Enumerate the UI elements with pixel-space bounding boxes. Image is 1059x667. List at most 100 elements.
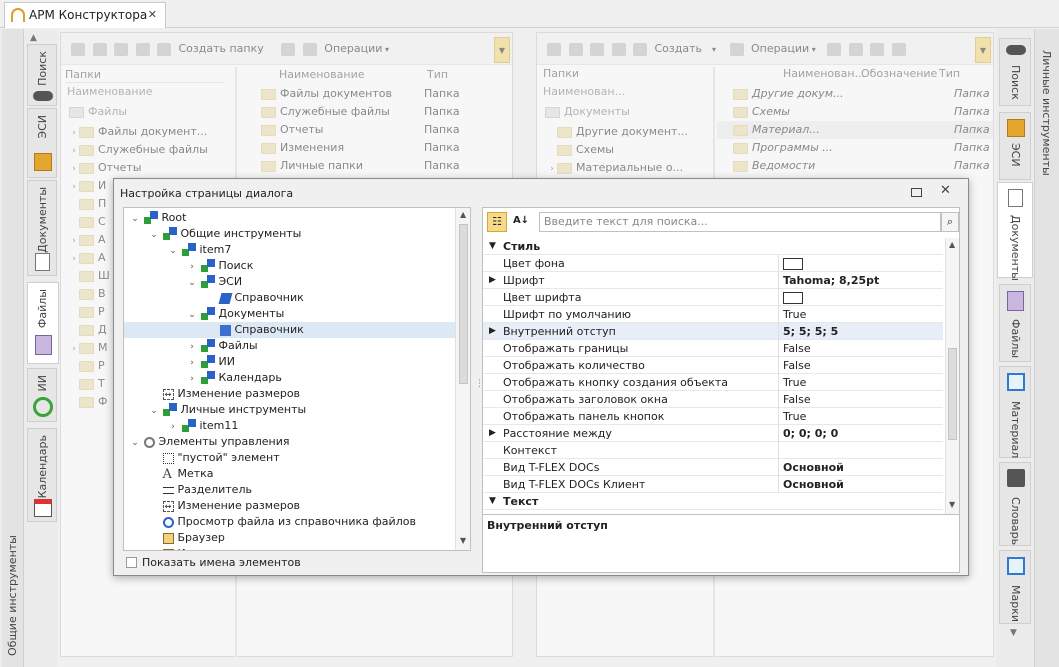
restore-icon[interactable] (911, 188, 922, 197)
download-icon[interactable] (281, 42, 296, 56)
expander[interactable]: › (168, 419, 178, 435)
tree-item[interactable]: › Отчеты (69, 159, 239, 177)
operations-icon[interactable] (302, 42, 317, 56)
expander[interactable]: › (187, 371, 197, 387)
tree-node[interactable]: ⌄ ЭСИ (124, 274, 455, 290)
alphabetical-sort-button[interactable]: A↓ (511, 212, 531, 232)
property-value[interactable]: Основной (783, 478, 844, 491)
left-tab-calendar[interactable]: Календарь (27, 428, 57, 522)
app-tab[interactable]: АРМ Конструктора ✕ (4, 2, 166, 28)
property-value[interactable]: False (783, 393, 811, 406)
tree-scroll-thumb[interactable] (459, 224, 468, 384)
list-item[interactable]: Другие докум... Папка (717, 85, 993, 103)
search-input[interactable]: Введите текст для поиска... (539, 212, 941, 232)
list-item[interactable]: Служебные файлы Папка (241, 103, 511, 121)
left-bottom-tab[interactable]: Общие инструменты (6, 535, 19, 656)
operations-button[interactable]: Операции (751, 42, 809, 55)
right-tab-dictionary[interactable]: Словарь (999, 462, 1031, 546)
property-value[interactable]: True (783, 376, 806, 389)
search-icon[interactable]: ⌕ (941, 212, 959, 232)
create-icon[interactable] (633, 42, 647, 56)
expander[interactable]: ⌄ (149, 227, 159, 243)
right-type-header[interactable]: Тип (939, 67, 960, 80)
property-row[interactable]: Шрифт по умолчанию True (483, 306, 943, 323)
props-scrollbar[interactable]: ▲ ▼ (945, 238, 959, 514)
tree-node[interactable]: ⌄ item7 (124, 242, 455, 258)
color-swatch[interactable] (783, 292, 803, 304)
tree-node[interactable]: › item11 (124, 418, 455, 434)
expander[interactable]: ⌄ (149, 403, 159, 419)
right-tab-files[interactable]: Файлы (999, 284, 1031, 362)
expander[interactable]: ⌄ (130, 211, 140, 227)
right-tab-search[interactable]: Поиск (999, 38, 1031, 106)
property-value[interactable]: False (783, 359, 811, 372)
property-row[interactable]: Отображать кнопку создания объекта True (483, 374, 943, 391)
refresh-icon[interactable] (891, 42, 906, 56)
list-item[interactable]: Ведомости Папка (717, 157, 993, 175)
close-icon[interactable]: ✕ (148, 3, 157, 27)
left-tab-ii[interactable]: ИИ (27, 368, 57, 422)
tree-node[interactable]: ↔ Изменение размеров (124, 386, 455, 402)
save-icon[interactable] (590, 42, 604, 56)
new-icon[interactable] (547, 42, 561, 56)
props-scroll-thumb[interactable] (948, 348, 957, 440)
tree-node[interactable]: › ИИ (124, 354, 455, 370)
close-icon[interactable]: ✕ (940, 183, 951, 198)
list-item[interactable]: Файлы документов Папка (241, 85, 511, 103)
tree-node[interactable]: › Поиск (124, 258, 455, 274)
property-row[interactable]: ▶ Расстояние между 0; 0; 0; 0 (483, 425, 943, 442)
right-tab-marks[interactable]: Марки (999, 550, 1031, 624)
expander[interactable]: ⌄ (187, 307, 197, 323)
list-item[interactable]: Материал... Папка (717, 121, 993, 139)
property-value[interactable]: 0; 0; 0; 0 (783, 427, 838, 440)
user-icon[interactable] (848, 42, 863, 56)
view-icon[interactable] (870, 42, 885, 56)
right-tab-esi[interactable]: ЭСИ (999, 112, 1031, 180)
property-group[interactable]: ▼ Стиль (483, 238, 943, 255)
left-tree-root[interactable]: Файлы (69, 105, 127, 118)
tree-node[interactable]: "пустой" элемент (124, 450, 455, 466)
property-row[interactable]: Отображать количество False (483, 357, 943, 374)
tree-node[interactable]: ⌄ Общие инструменты (124, 226, 455, 242)
tree-node[interactable]: › Файлы (124, 338, 455, 354)
left-strip-arrow[interactable]: ▲ (30, 33, 37, 43)
collapse-icon[interactable]: ▼ (489, 238, 496, 255)
left-tab-documents[interactable]: Документы (27, 180, 57, 276)
expander[interactable]: ⌄ (168, 243, 178, 259)
tree-scrollbar[interactable]: ▲ ▼ (455, 208, 470, 550)
operations-icon[interactable] (729, 42, 744, 56)
list-item[interactable]: Личные папки Папка (241, 157, 511, 175)
create-button[interactable]: Создать (655, 42, 703, 55)
right-strip-arrow-down[interactable]: ▼ (1010, 628, 1017, 638)
property-value[interactable]: True (783, 410, 806, 423)
expand-icon[interactable]: ▶ (489, 323, 496, 340)
right-tree-root[interactable]: Документы (545, 105, 630, 118)
expand-icon[interactable]: ▶ (489, 425, 496, 442)
property-row[interactable]: Вид T-FLEX DOCs Основной (483, 459, 943, 476)
tree-item[interactable]: Другие документ... (547, 123, 717, 141)
tree-item[interactable]: › Файлы документ... (69, 123, 239, 141)
right-name-header[interactable]: Наименован... (783, 67, 865, 80)
property-row[interactable]: Цвет фона (483, 255, 943, 272)
save-icon[interactable] (114, 42, 128, 56)
list-item[interactable]: Отчеты Папка (241, 121, 511, 139)
property-row[interactable]: Отображать границы False (483, 340, 943, 357)
left-toolbar-overflow[interactable]: ▼ (494, 37, 510, 63)
dialog-splitter[interactable]: ⋮ (475, 379, 484, 393)
property-value[interactable]: 5; 5; 5; 5 (783, 325, 838, 338)
edit-icon[interactable] (92, 42, 107, 56)
right-tab-documents[interactable]: Документы (997, 182, 1033, 281)
property-row[interactable]: ▶ Шрифт Tahoma; 8,25pt (483, 272, 943, 289)
property-row[interactable]: Отображать заголовок окна False (483, 391, 943, 408)
expander[interactable]: ⌄ (187, 275, 197, 291)
right-tab-material[interactable]: Материал (999, 366, 1031, 458)
tree-node[interactable]: Просмотр файла из справочника файлов (124, 514, 455, 530)
left-tab-search[interactable]: Поиск (27, 44, 57, 106)
edit-icon[interactable] (568, 42, 583, 56)
tree-node[interactable]: И... (124, 546, 455, 550)
property-value[interactable]: Tahoma; 8,25pt (783, 274, 879, 287)
property-row[interactable]: Цвет шрифта (483, 289, 943, 306)
copy-icon[interactable] (135, 42, 150, 56)
property-value[interactable]: False (783, 342, 811, 355)
property-row[interactable]: ▶ Внутренний отступ 5; 5; 5; 5 (483, 323, 943, 340)
